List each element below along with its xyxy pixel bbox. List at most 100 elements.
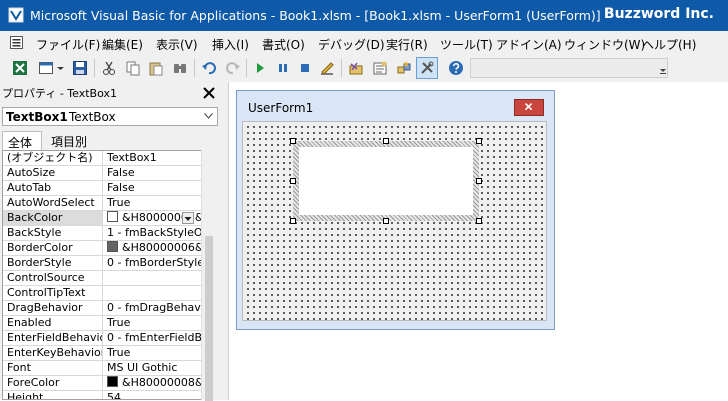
toolbox-icon[interactable] [419,60,435,76]
property-row[interactable]: AutoSize False [3,166,214,181]
design-mode-icon[interactable] [319,60,335,76]
property-row[interactable]: BorderStyle 0 - fmBorderStyleNone [3,256,214,271]
chevron-down-icon [184,217,192,221]
menu-debug[interactable]: デバッグ(D) [318,36,385,53]
toolbar-overflow-icon[interactable] [658,60,668,76]
property-value[interactable]: True [104,196,214,210]
panel-splitter[interactable] [222,82,229,400]
color-swatch [107,241,118,252]
property-row[interactable]: AutoWordSelect True [3,196,214,211]
property-value[interactable]: 54 [104,391,214,399]
copy-icon[interactable] [125,60,141,76]
property-row[interactable]: Height 54 [3,391,214,399]
property-row[interactable]: BackStyle 1 - fmBackStyleOpaque [3,226,214,241]
property-grid: (オブジェクト名) TextBox1 AutoSize False AutoTa… [2,150,215,400]
tab-categorized[interactable]: 項目別 [46,131,96,150]
resize-handle[interactable] [290,178,296,184]
menu-format[interactable]: 書式(O) [262,36,305,53]
property-row[interactable]: AutoTab False [3,181,214,196]
property-row[interactable]: Enabled True [3,316,214,331]
cut-icon[interactable] [101,60,117,76]
property-value[interactable]: True [104,346,214,360]
property-value[interactable]: TextBox1 [104,151,214,165]
userform-window[interactable]: UserForm1 [236,90,555,330]
property-value[interactable]: 0 - fmEnterFieldBehaviorSelectAll [104,331,214,345]
property-name: Enabled [3,316,103,330]
property-value[interactable]: 0 - fmBorderStyleNone [104,256,214,270]
properties-window-icon[interactable] [372,60,388,76]
project-explorer-icon[interactable] [348,60,364,76]
userform-close-button[interactable] [514,99,544,116]
property-row[interactable]: BorderColor &H80000006& [3,241,214,256]
resize-handle[interactable] [290,138,296,144]
resize-handle[interactable] [290,218,296,224]
chevron-down-icon[interactable] [204,113,213,119]
reset-icon[interactable] [297,60,313,76]
property-row[interactable]: DragBehavior 0 - fmDragBehaviorDisabled [3,301,214,316]
property-name: EnterKeyBehavior [3,346,103,360]
standard-toolbar [0,55,728,83]
run-icon[interactable] [252,60,268,76]
property-row[interactable]: ControlSource [3,271,214,286]
property-row[interactable]: Font MS UI Gothic [3,361,214,376]
object-dropdown[interactable]: TextBox1 TextBox [2,107,218,126]
menu-tools[interactable]: ツール(T) [440,36,493,53]
close-icon[interactable] [200,84,218,102]
backcolor-dropdown-button[interactable] [182,212,194,224]
resize-handle[interactable] [383,138,389,144]
resize-handle[interactable] [476,178,482,184]
chevron-down-icon[interactable] [56,60,65,76]
menu-edit[interactable]: 編集(E) [102,36,143,53]
menu-addins[interactable]: アドイン(A) [496,36,562,53]
excel-icon[interactable] [12,60,28,76]
save-icon[interactable] [72,60,88,76]
object-type: TextBox [69,110,116,124]
property-value[interactable] [104,271,214,285]
resize-handle[interactable] [383,218,389,224]
userform-title: UserForm1 [248,101,314,115]
property-row[interactable]: ForeColor &H80000008& [3,376,214,391]
property-value[interactable]: True [104,316,214,330]
close-icon [524,102,533,111]
property-value: &H80000006& [122,241,204,254]
property-value-color[interactable]: &H80000008& [104,376,214,390]
document-menu-icon[interactable] [10,36,23,49]
property-value[interactable]: 1 - fmBackStyleOpaque [104,226,214,240]
userform-client-area[interactable] [242,121,547,321]
textbox1-selection-frame[interactable] [293,141,479,221]
menu-run[interactable]: 実行(R) [386,36,428,53]
insert-userform-icon[interactable] [38,60,54,76]
property-name: BackStyle [3,226,103,240]
tab-alphabetic[interactable]: 全体 [2,131,42,150]
property-row[interactable]: EnterFieldBehavior 0 - fmEnterFieldBehav… [3,331,214,346]
property-value[interactable]: False [104,181,214,195]
scrollbar-thumb[interactable] [205,236,213,401]
menu-window[interactable]: ウィンドウ(W) [564,36,645,53]
redo-icon[interactable] [225,60,241,76]
menu-help[interactable]: ヘルプ(H) [642,36,696,53]
property-row[interactable]: ControlTipText [3,286,214,301]
object-browser-icon[interactable] [396,60,412,76]
property-value[interactable]: MS UI Gothic [104,361,214,375]
property-value[interactable]: 0 - fmDragBehaviorDisabled [104,301,214,315]
property-row[interactable]: (オブジェクト名) TextBox1 [3,151,214,166]
paste-icon[interactable] [148,60,164,76]
brand-label: Buzzword Inc. [603,6,714,22]
menu-insert[interactable]: 挿入(I) [212,36,249,53]
property-grid-scrollbar[interactable] [201,150,216,401]
break-icon[interactable] [275,60,291,76]
find-icon[interactable] [172,60,188,76]
property-row[interactable]: EnterKeyBehavior True [3,346,214,361]
property-name: DragBehavior [3,301,103,315]
menu-view[interactable]: 表示(V) [156,36,198,53]
menu-file[interactable]: ファイル(F) [36,36,100,53]
property-value[interactable] [104,286,214,300]
property-value-color[interactable]: &H80000006& [104,241,214,255]
textbox1-control[interactable] [299,147,473,215]
resize-handle[interactable] [476,138,482,144]
resize-handle[interactable] [476,218,482,224]
property-value[interactable]: False [104,166,214,180]
property-value-color[interactable]: &H80000005& [104,211,214,225]
help-icon[interactable] [448,60,464,76]
undo-icon[interactable] [201,60,217,76]
